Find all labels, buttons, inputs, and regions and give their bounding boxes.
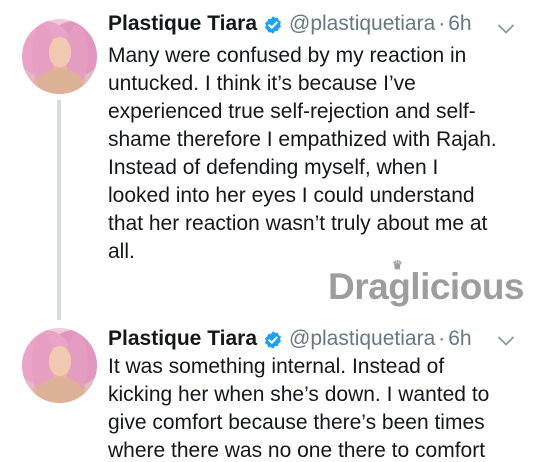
timestamp[interactable]: 6h [448, 327, 471, 351]
handle[interactable]: @plastiquetiara [289, 12, 435, 36]
tweet-header: Plastique Tiara @plastiquetiara · 6h [108, 325, 472, 353]
avatar-face [49, 37, 71, 67]
tweet-line: looked into her eyes I could understand [108, 184, 475, 207]
chevron-down-icon[interactable] [498, 24, 514, 34]
tweet-line: shame therefore I empathized with Rajah. [108, 128, 497, 151]
avatar-shoulders [36, 378, 84, 403]
tweet-line: Many were confused by my reaction in [108, 44, 467, 67]
tweet-line: give comfort because there’s been times [108, 411, 485, 434]
tweet-line: It was something internal. Instead of [108, 355, 445, 378]
tweet-line: that her reaction wasn’t truly about me … [108, 212, 488, 235]
avatar[interactable] [22, 328, 97, 403]
tweet-text: Many were confused by my reaction in unt… [108, 42, 520, 266]
separator: · [438, 12, 446, 35]
tweet-line: experienced true self-rejection and self… [108, 100, 476, 123]
timestamp[interactable]: 6h [448, 12, 471, 36]
watermark-logo: ♛ Draglicious [328, 256, 525, 310]
verified-badge-icon [263, 330, 283, 350]
handle[interactable]: @plastiquetiara [289, 327, 435, 351]
display-name[interactable]: Plastique Tiara [108, 12, 257, 36]
verified-badge-icon [263, 15, 283, 35]
avatar-face [49, 346, 71, 376]
watermark-text: Draglicious [328, 266, 525, 307]
separator: · [438, 327, 446, 350]
tweet-text: It was something internal. Instead of ki… [108, 353, 520, 462]
tweet-line: Instead of defending myself, when I [108, 156, 439, 179]
display-name[interactable]: Plastique Tiara [108, 327, 257, 351]
avatar-shoulders [36, 69, 84, 94]
tweet-line: where there was no one there to comfort [108, 439, 486, 462]
chevron-down-icon[interactable] [498, 336, 514, 346]
tweet-line: kicking her when she’s down. I wanted to [108, 383, 490, 406]
avatar[interactable] [22, 19, 97, 94]
thread-connector [57, 100, 61, 320]
tweet-line: untucked. I think it’s because I’ve [108, 72, 416, 95]
tweet-header: Plastique Tiara @plastiquetiara · 6h [108, 10, 472, 38]
